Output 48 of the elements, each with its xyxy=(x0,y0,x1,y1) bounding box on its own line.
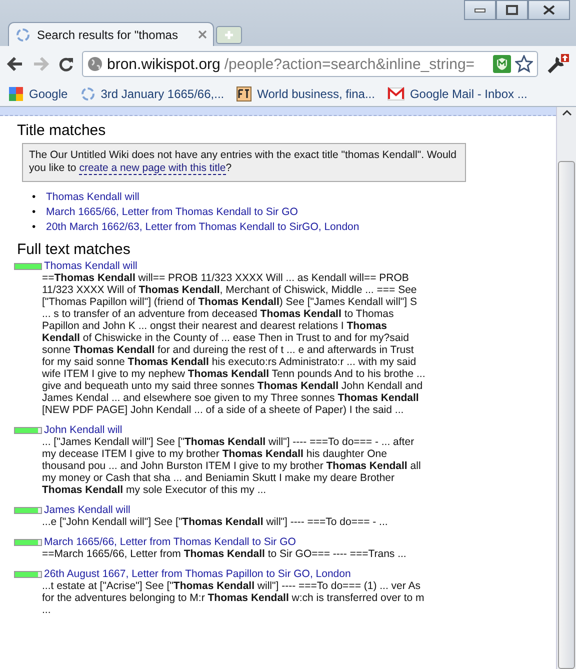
bookmark[interactable]: 3rd January 1665/66,... xyxy=(80,86,224,102)
minimize-button[interactable] xyxy=(464,0,496,20)
result-link[interactable]: 20th March 1662/63, Letter from Thomas Kendall to SirGO, London xyxy=(46,221,360,233)
minimize-icon xyxy=(474,7,486,13)
notice-text: The Our Untitled Wiki does not have any entries with the exact title "thomas Kendall". Would you like to create a new page with this title? xyxy=(22,143,466,182)
spinner-icon xyxy=(15,26,31,42)
shield-icon[interactable] xyxy=(493,55,511,73)
result-snippet: ... ["James Kendall will"] See ["Thomas Kendall will"] ---- ===To do=== - ... after my decease ITEM I give to my brother Thomas Kendall his daughter One thousand pou ... and John Burston ITEM I give to my brother Thomas Kendall all my money or Cash that sha ... and Beniamin Skutt I make my deare Brother Thomas Kendall my sole Executor of this my ... xyxy=(42,436,422,496)
result-snippet: ...e ["John Kendall will"] See ["Thomas Kendall will"] ---- ===To do=== - ... xyxy=(42,516,389,528)
maximize-icon xyxy=(506,5,518,15)
mail-icon xyxy=(386,87,405,101)
bullet: • xyxy=(32,190,37,205)
result-link[interactable]: Thomas Kendall will xyxy=(46,191,140,203)
bullet: • xyxy=(32,220,37,235)
back-icon[interactable] xyxy=(6,56,24,72)
new-tab-button[interactable] xyxy=(216,26,242,44)
result-snippet: ...t estate at ["Acrise"] See ["Thomas Kendall will"] ---- ===To do=== (1) ... ver As for the adventures belonging to M:r Thomas Kendall w:ch is transferred over to m ... xyxy=(42,580,426,616)
result-link[interactable]: John Kendall will xyxy=(44,424,122,436)
result-link[interactable]: James Kendall will xyxy=(44,504,130,516)
bullet: • xyxy=(32,205,37,220)
close-icon xyxy=(543,5,555,15)
maximize-button[interactable] xyxy=(496,0,528,20)
close-button[interactable] xyxy=(528,0,570,20)
section-heading: Full text matches xyxy=(17,241,132,258)
spinner-icon xyxy=(80,86,96,102)
bookmark[interactable]: Google xyxy=(8,86,68,102)
result-snippet: ==March 1665/66, Letter from Thomas Kendall to Sir GO=== ---- ===Trans ... xyxy=(42,548,408,560)
result-snippet: ==Thomas Kendall will== PROB 11/323 XXXX Will ... as Kendall will== PROB 11/323 XXXX Will of Thomas Kendall, Merchant of Chiswick, Middle ... === See ["Thomas Papillon will"] (friend of Thomas Kendall) See ["James Kendall will"] S ... s to transfer of an adventure from deceased Thomas Kendall to Thomas Papillon and John K ... ongst their nearest and dearest relations I Thomas Kendall of Chiswicke in the County of ... ease Then in Trust to and for my?said sonne Thomas Kendall for and dureing the rest of t ... e and afterwards in Trust for my said sonne Thomas Kendall his executo:rs Administrato:r ... with my said wife ITEM I give to my nephew Thomas Kendall Tenn pounds And to his brothe ... give and bequeath unto my said three sonnes Thomas Kendall John Kendall and James Kendal ... and elsewhere soe given to my Three sonnes Thomas Kendall [NEW PDF PAGE] John Kendall ... of a side of a sheete of Paper) I the said ... xyxy=(42,272,426,416)
reload-icon[interactable] xyxy=(58,56,74,72)
bookmark[interactable]: Google Mail - Inbox ... xyxy=(386,87,528,101)
result-link[interactable]: 26th August 1667, Letter from Thomas Papillon to Sir GO, London xyxy=(44,568,351,580)
create-page-link[interactable]: create a new page with this title xyxy=(79,162,226,175)
result-link[interactable]: March 1665/66, Letter from Thomas Kendall to Sir GO xyxy=(46,206,298,218)
star-icon[interactable] xyxy=(515,55,533,73)
bookmark[interactable]: World business, fina... xyxy=(236,86,375,102)
wrench-icon[interactable] xyxy=(546,53,570,75)
address-bar[interactable]: bron.wikispot.org /people?action=search&inline_string= xyxy=(82,51,538,77)
close-icon[interactable] xyxy=(198,30,207,39)
scroll-up-icon[interactable] xyxy=(562,109,572,117)
browser-tab[interactable]: Search results for "thomas xyxy=(8,22,214,46)
plus-icon xyxy=(224,30,234,40)
scrollbar[interactable] xyxy=(556,107,576,669)
globe-icon xyxy=(87,56,103,72)
newspaper-icon xyxy=(236,86,252,102)
result-link[interactable]: March 1665/66, Letter from Thomas Kendall to Sir GO xyxy=(44,536,296,548)
section-heading: Title matches xyxy=(17,122,107,139)
google-icon xyxy=(8,86,24,102)
result-link[interactable]: Thomas Kendall will xyxy=(44,260,138,272)
